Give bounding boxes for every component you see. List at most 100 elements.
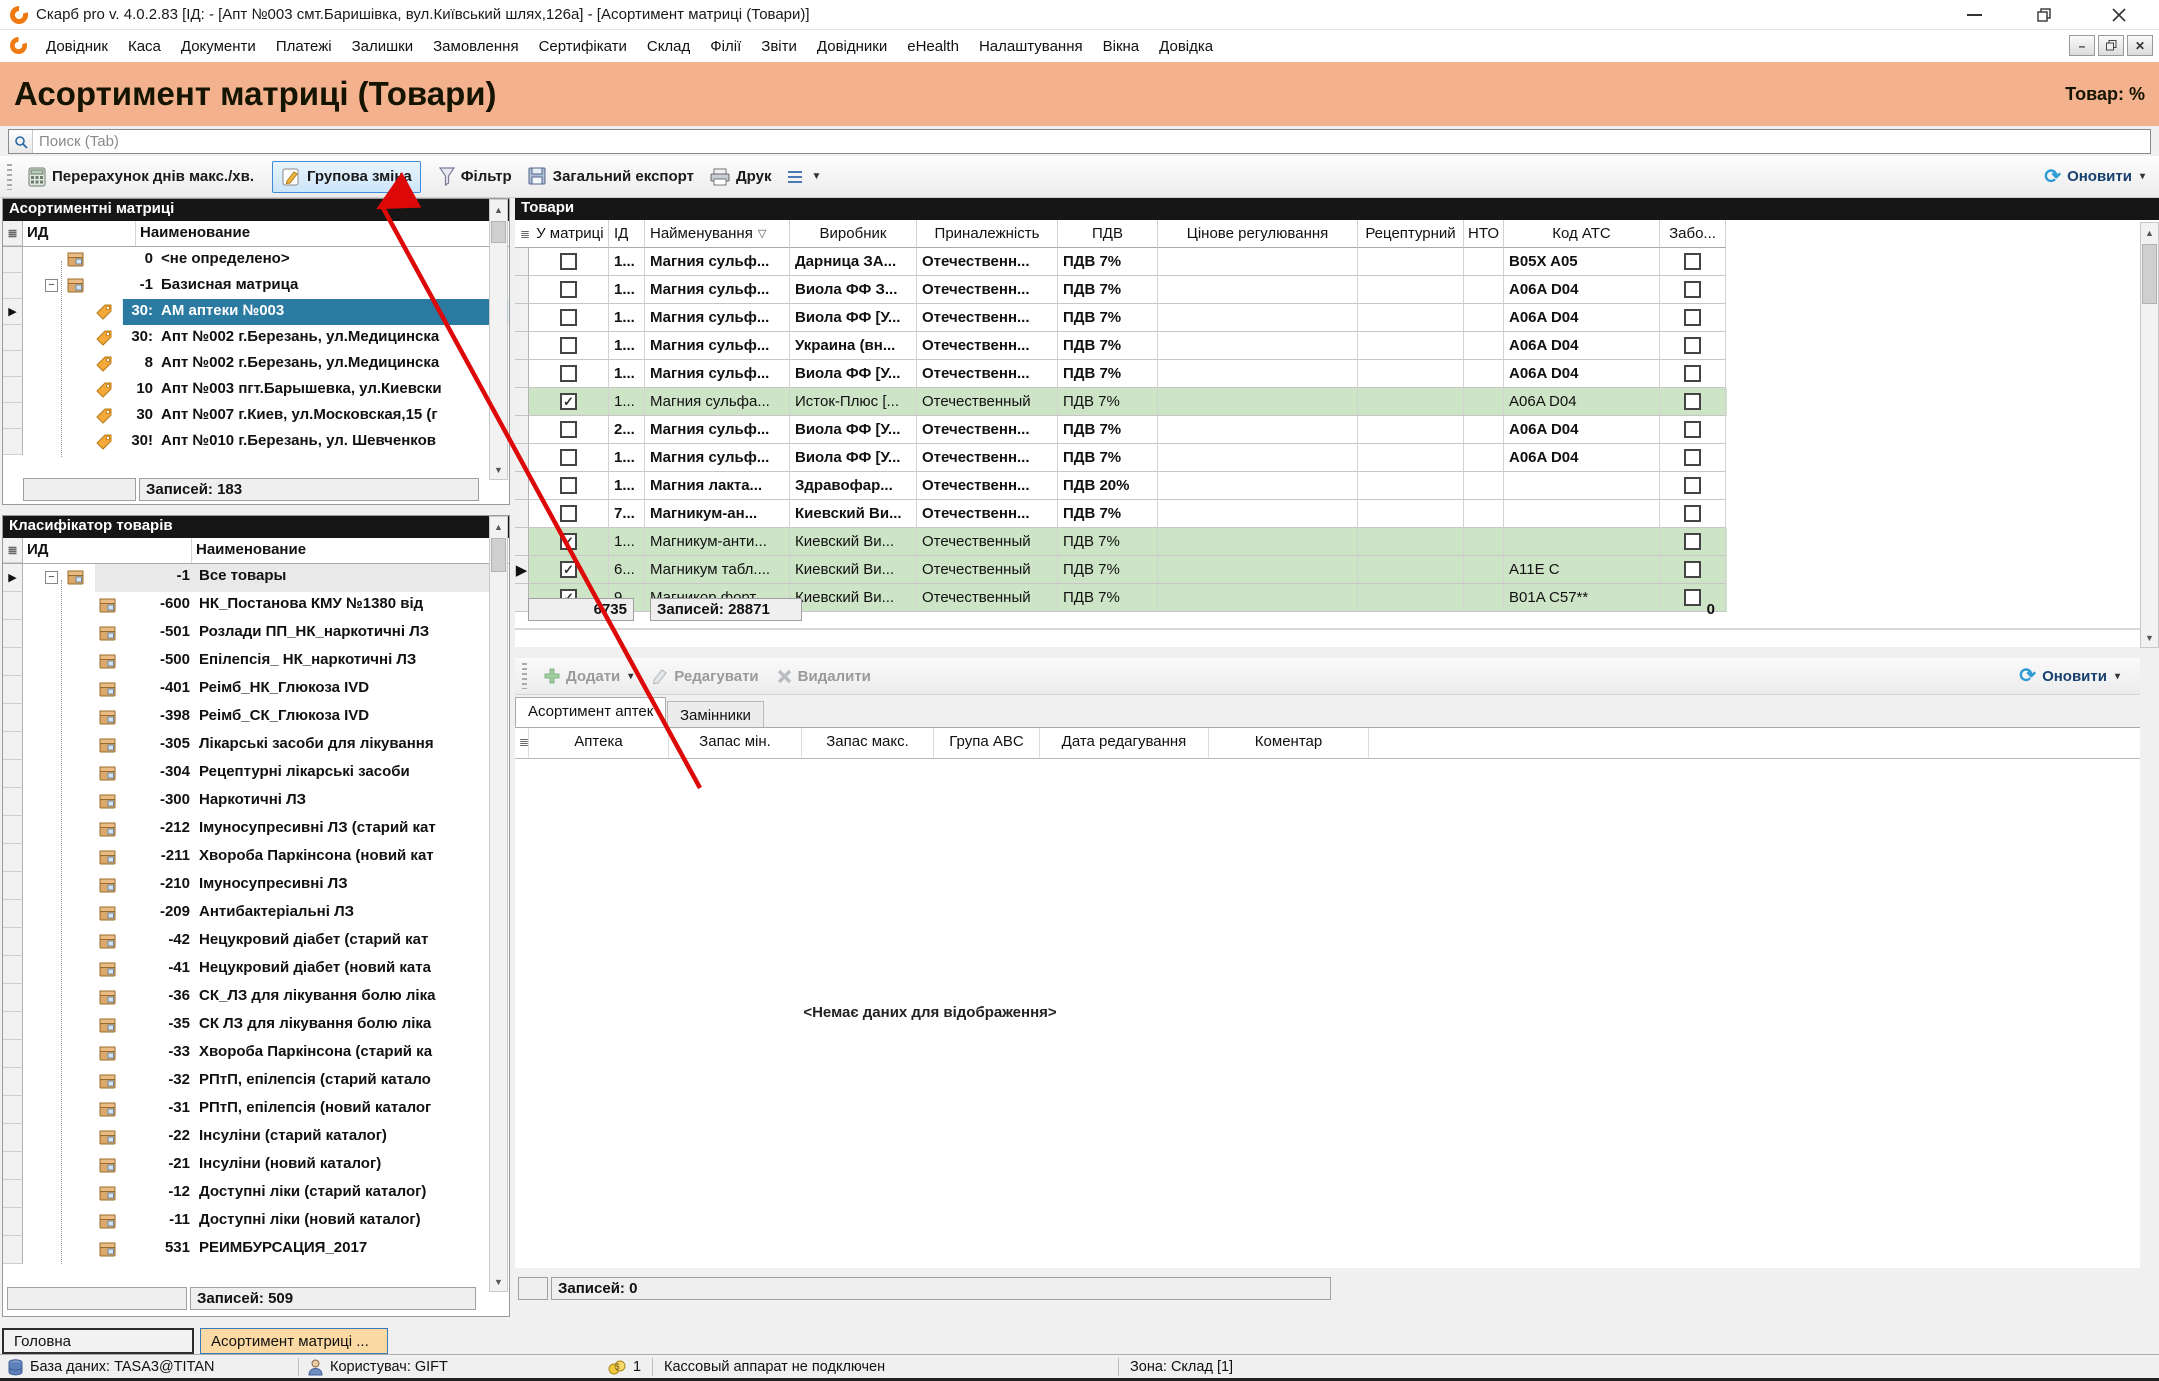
tree-row[interactable]: -22Інсуліни (старий каталог): [3, 1124, 509, 1152]
banned-checkbox[interactable]: [1684, 253, 1701, 270]
tree-row[interactable]: -501Розлади ПП_НК_наркотичні ЛЗ: [3, 620, 509, 648]
banned-checkbox[interactable]: [1684, 505, 1701, 522]
product-row[interactable]: 1...Магния сульф...Украина (вн...Отечест…: [515, 332, 1727, 360]
row-selector[interactable]: [3, 844, 23, 872]
banned-checkbox[interactable]: [1684, 365, 1701, 382]
row-selector[interactable]: [3, 620, 23, 648]
menu-item-5[interactable]: Залишки: [342, 33, 424, 60]
products-column-header-4[interactable]: Виробник: [790, 220, 917, 248]
row-selector[interactable]: [3, 1068, 23, 1096]
banned-checkbox[interactable]: [1684, 421, 1701, 438]
products-column-header-11[interactable]: Забо...: [1660, 220, 1726, 248]
menu-item-12[interactable]: eHealth: [897, 33, 969, 60]
scrollbar-thumb[interactable]: [491, 221, 506, 243]
tree-row[interactable]: -11Доступні ліки (новий каталог): [3, 1208, 509, 1236]
row-selector[interactable]: [3, 1012, 23, 1040]
column-header-id[interactable]: ИД: [23, 221, 135, 246]
in-matrix-checkbox[interactable]: ✓: [560, 533, 577, 550]
minimize-button[interactable]: [1949, 0, 1999, 30]
row-selector[interactable]: [515, 304, 529, 332]
row-selector[interactable]: [3, 900, 23, 928]
in-matrix-checkbox[interactable]: [560, 477, 577, 494]
tree-row[interactable]: ▶30:АМ аптеки №003: [3, 299, 509, 325]
row-selector[interactable]: [3, 984, 23, 1012]
delete-button[interactable]: Видалити: [768, 663, 880, 690]
menu-item-13[interactable]: Налаштування: [969, 33, 1093, 60]
row-selector[interactable]: [3, 648, 23, 676]
row-selector[interactable]: [515, 472, 529, 500]
banned-checkbox[interactable]: [1684, 393, 1701, 410]
row-selector[interactable]: [515, 528, 529, 556]
tree-row[interactable]: 10Апт №003 пгт.Барышевка, ул.Киевски: [3, 377, 509, 403]
products-column-header-5[interactable]: Приналежність: [917, 220, 1058, 248]
in-matrix-checkbox[interactable]: [560, 309, 577, 326]
tree-row[interactable]: 0<не определено>: [3, 247, 509, 273]
menu-item-2[interactable]: Каса: [118, 33, 171, 60]
search-input[interactable]: [33, 133, 2150, 150]
tree-row[interactable]: 531РЕИМБУРСАЦИЯ_2017: [3, 1236, 509, 1264]
tab-pharmacy-assortment[interactable]: Асортимент аптек: [515, 697, 666, 727]
scroll-up-icon[interactable]: ▲: [490, 200, 507, 219]
tree-row[interactable]: -12Доступні ліки (старий каталог): [3, 1180, 509, 1208]
close-button[interactable]: [2094, 0, 2144, 30]
banned-checkbox[interactable]: [1684, 449, 1701, 466]
row-selector[interactable]: [3, 403, 23, 429]
view-options-button[interactable]: ▼: [779, 165, 829, 189]
row-selector[interactable]: [3, 1124, 23, 1152]
print-button[interactable]: Друк: [702, 163, 780, 191]
classifier-scrollbar[interactable]: ▲ ▼: [489, 516, 508, 1292]
menu-item-8[interactable]: Склад: [637, 33, 700, 60]
details-column-header-5[interactable]: Дата редагування: [1040, 728, 1209, 758]
row-selector[interactable]: [3, 429, 23, 455]
row-selector[interactable]: [3, 1040, 23, 1068]
menu-item-9[interactable]: Філії: [700, 33, 751, 60]
scroll-down-icon[interactable]: ▼: [2141, 628, 2158, 647]
row-selector[interactable]: [515, 444, 529, 472]
tree-row[interactable]: -209Антибактеріальні ЛЗ: [3, 900, 509, 928]
toolbar-grip[interactable]: [522, 663, 527, 689]
products-column-header-10[interactable]: Код АТС: [1504, 220, 1660, 248]
products-column-header-7[interactable]: Цінове регулювання: [1158, 220, 1358, 248]
product-row[interactable]: 2...Магния сульф...Виола ФФ [У...Отечест…: [515, 416, 1727, 444]
in-matrix-checkbox[interactable]: ✓: [560, 561, 577, 578]
details-column-header-2[interactable]: Запас мін.: [669, 728, 802, 758]
tree-row[interactable]: -398Реімб_СК_Глюкоза IVD: [3, 704, 509, 732]
row-selector[interactable]: ▶: [3, 564, 23, 592]
tree-row[interactable]: -33Хвороба Паркінсона (старий ка: [3, 1040, 509, 1068]
row-selector[interactable]: [3, 377, 23, 403]
scroll-down-icon[interactable]: ▼: [490, 460, 507, 479]
tab-home[interactable]: Головна: [2, 1328, 194, 1354]
tree-row[interactable]: -304Рецептурні лікарські засоби: [3, 760, 509, 788]
row-selector[interactable]: [3, 1208, 23, 1236]
refresh-button-top[interactable]: ⟳ Оновити ▾: [2044, 168, 2145, 186]
products-column-header-9[interactable]: НТО: [1464, 220, 1504, 248]
tree-row[interactable]: 8Апт №002 г.Березань, ул.Медицинска: [3, 351, 509, 377]
product-row[interactable]: 1...Магния сульф...Виола ФФ [У...Отечест…: [515, 360, 1727, 388]
row-selector[interactable]: [3, 788, 23, 816]
row-selector[interactable]: [3, 247, 23, 273]
banned-checkbox[interactable]: [1684, 337, 1701, 354]
toolbar-grip[interactable]: [7, 164, 12, 190]
products-column-header-3[interactable]: Найменування▽: [645, 220, 790, 248]
product-row[interactable]: ✓1...Магния сульфа...Исток-Плюс [...Отеч…: [515, 388, 1727, 416]
products-column-header-6[interactable]: ПДВ: [1058, 220, 1158, 248]
products-column-header-8[interactable]: Рецептурний: [1358, 220, 1464, 248]
filter-button[interactable]: Фільтр: [431, 162, 520, 191]
tree-row[interactable]: -21Інсуліни (новий каталог): [3, 1152, 509, 1180]
product-row[interactable]: 1...Магния лакта...Здравофар...Отечестве…: [515, 472, 1727, 500]
tree-row[interactable]: -401Реімб_НК_Глюкоза IVD: [3, 676, 509, 704]
product-row[interactable]: 1...Магния сульф...Виола ФФ [У...Отечест…: [515, 304, 1727, 332]
tree-row[interactable]: 30:Апт №002 г.Березань, ул.Медицинска: [3, 325, 509, 351]
row-selector[interactable]: [515, 416, 529, 444]
banned-checkbox[interactable]: [1684, 561, 1701, 578]
banned-checkbox[interactable]: [1684, 281, 1701, 298]
tree-row[interactable]: -210Імуносупресивні ЛЗ: [3, 872, 509, 900]
tab-assortment-matrix[interactable]: Асортимент матриці ...: [200, 1328, 388, 1354]
row-selector[interactable]: [515, 276, 529, 304]
row-selector[interactable]: [3, 351, 23, 377]
scroll-up-icon[interactable]: ▲: [490, 517, 507, 536]
products-column-header-2[interactable]: ІД: [609, 220, 645, 248]
in-matrix-checkbox[interactable]: [560, 337, 577, 354]
menu-item-14[interactable]: Вікна: [1093, 33, 1150, 60]
matrices-scrollbar[interactable]: ▲ ▼: [489, 199, 508, 480]
